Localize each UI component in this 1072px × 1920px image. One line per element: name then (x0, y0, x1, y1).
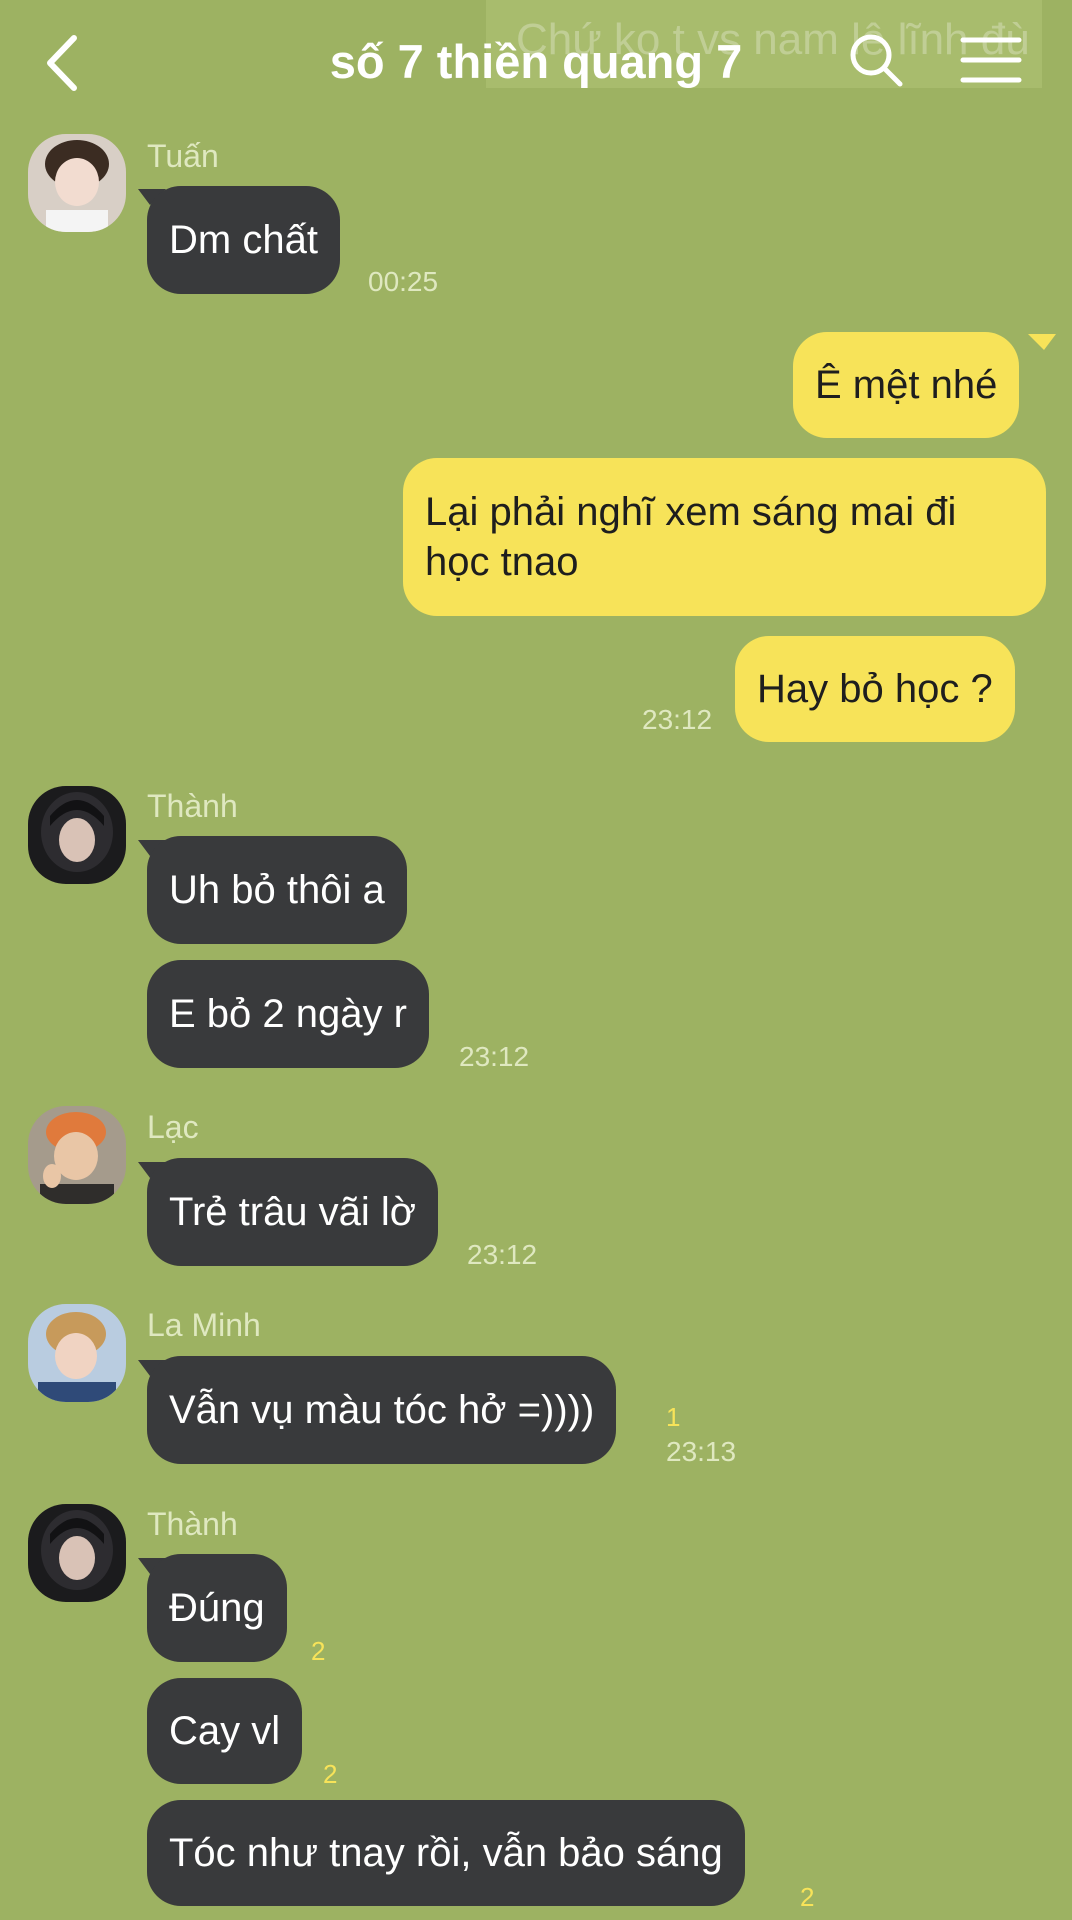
message-time: 23:12 (459, 1041, 530, 1072)
chat-title: số 7 thiền quang 7 (329, 35, 743, 88)
message-bubble[interactable]: Lại phải nghĩ xem sáng mai đi học tnao (403, 458, 1046, 616)
unread-count: 2 (311, 1636, 326, 1666)
message-time: 23:12 (467, 1239, 538, 1270)
avatar-photo-icon (28, 1504, 126, 1602)
message-bubble[interactable]: Vẫn vụ màu tóc hở =)))) (147, 1356, 617, 1464)
menu-button[interactable] (960, 34, 1022, 86)
message-bubble[interactable]: Ê mệt nhé (793, 332, 1020, 438)
avatar-photo-icon (28, 1304, 126, 1402)
back-button[interactable] (38, 28, 88, 98)
sender-name: Lạc (147, 1109, 199, 1145)
unread-count: 2 (800, 1882, 815, 1912)
message-line: Lại phải nghĩ xem sáng mai đi (425, 490, 957, 534)
message-time: 00:25 (368, 266, 439, 297)
chat-header: Chứ ko t vs nam lê lĩnh đù số 7 thiền qu… (0, 0, 1072, 125)
message-bubble[interactable]: Dm chất (147, 186, 340, 294)
unread-count: 1 (666, 1402, 681, 1432)
chevron-left-icon (47, 35, 77, 91)
bubble-tail (1028, 334, 1056, 350)
avatar[interactable] (28, 1504, 126, 1602)
search-button[interactable] (846, 30, 906, 90)
unread-count: 2 (323, 1759, 338, 1789)
avatar-photo-icon (28, 786, 126, 884)
message-bubble[interactable]: Cay vl (147, 1678, 303, 1784)
message-bubble[interactable]: Đúng (147, 1554, 287, 1662)
avatar-photo-icon (28, 134, 126, 232)
message-bubble[interactable]: Tóc như tnay rồi, vẫn bảo sáng (147, 1800, 745, 1906)
avatar[interactable] (28, 1106, 126, 1204)
message-bubble[interactable]: E bỏ 2 ngày r (147, 960, 429, 1068)
message-time: 23:12 (642, 704, 713, 735)
message-bubble[interactable]: Hay bỏ học ? (735, 636, 1015, 742)
sender-name: Thành (147, 1506, 238, 1542)
avatar[interactable] (28, 134, 126, 232)
sender-name: Tuấn (147, 138, 219, 174)
avatar[interactable] (28, 786, 126, 884)
hamburger-menu-icon (960, 37, 1022, 83)
avatar[interactable] (28, 1304, 126, 1402)
message-line: học tnao (425, 540, 579, 584)
message-bubble[interactable]: Trẻ trâu vãi lờ (147, 1158, 439, 1266)
sender-name: Thành (147, 788, 238, 824)
search-icon (850, 34, 903, 87)
avatar-photo-icon (28, 1106, 126, 1204)
message-bubble[interactable]: Uh bỏ thôi a (147, 836, 407, 944)
sender-name: La Minh (147, 1307, 261, 1343)
message-time: 23:13 (666, 1436, 737, 1467)
